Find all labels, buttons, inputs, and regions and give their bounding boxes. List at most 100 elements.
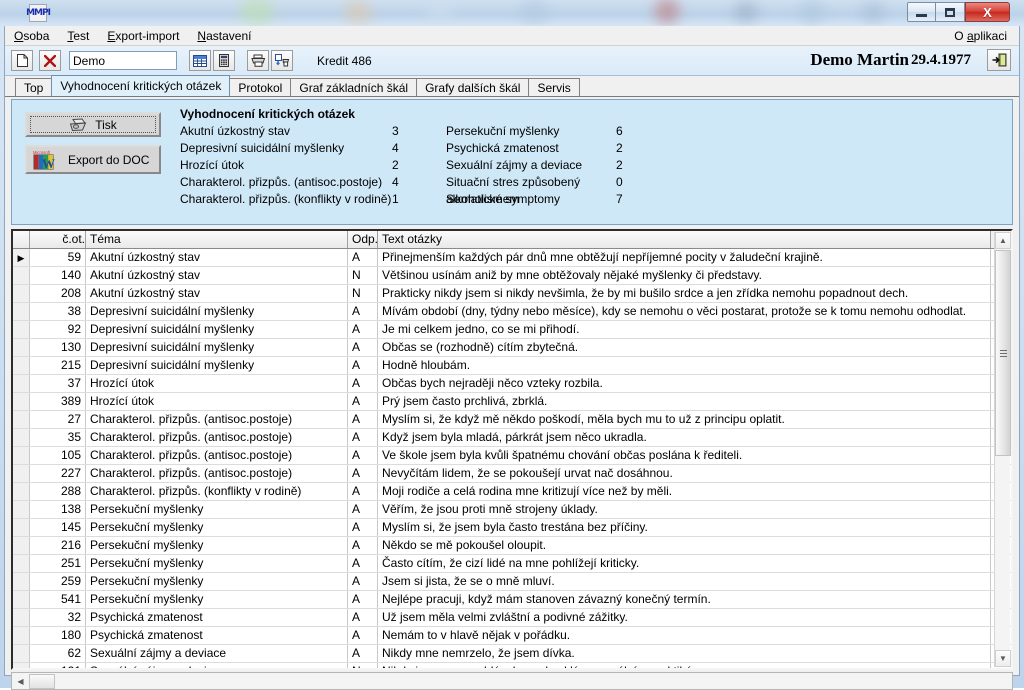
grid-header-cot[interactable]: č.ot.: [30, 231, 86, 248]
row-indicator[interactable]: [13, 393, 30, 410]
table-row[interactable]: 62 Sexuální zájmy a deviace A Nikdy mne nem…: [13, 645, 1011, 663]
table-row[interactable]: ▶ 59 Akutní úzkostný stav A Přinejmenším kaž…: [13, 249, 1011, 267]
cell-answer: A: [348, 501, 378, 518]
row-indicator[interactable]: [13, 267, 30, 284]
menu-item-export-import[interactable]: Export-import: [98, 27, 188, 45]
tab-protokol[interactable]: Protokol: [229, 78, 292, 96]
menu-bar: Osoba Test Export-import Nastavení O apl…: [5, 26, 1019, 46]
row-indicator[interactable]: [13, 609, 30, 626]
close-icon: X: [983, 4, 992, 20]
scale-label-left: Charakterol. přizpůs. (konflikty v rodin…: [180, 192, 392, 206]
row-indicator[interactable]: [13, 555, 30, 572]
row-indicator[interactable]: ▶: [13, 249, 30, 266]
print-setup-button[interactable]: [271, 50, 293, 71]
row-indicator[interactable]: [13, 285, 30, 302]
table-row[interactable]: 35 Charakterol. přizpůs. (antisoc.postoje…: [13, 429, 1011, 447]
tab-servis[interactable]: Servis: [528, 78, 580, 96]
row-indicator[interactable]: [13, 429, 30, 446]
menu-item-osoba[interactable]: Osoba: [5, 27, 58, 45]
table-row[interactable]: 37 Hrozící útok A Občas bych nejraději něco…: [13, 375, 1011, 393]
table-row[interactable]: 288 Charakterol. přizpůs. (konflikty v ro…: [13, 483, 1011, 501]
table-row[interactable]: 145 Persekuční myšlenky A Myslím si, že jse…: [13, 519, 1011, 537]
table-row[interactable]: 140 Akutní úzkostný stav N Většinou usínám …: [13, 267, 1011, 285]
cell-answer: A: [348, 411, 378, 428]
table-row[interactable]: 216 Persekuční myšlenky A Někdo se mě pokou…: [13, 537, 1011, 555]
table-row[interactable]: 32 Psychická zmatenost A Už jsem měla velmi…: [13, 609, 1011, 627]
cell-answer: A: [348, 393, 378, 410]
horizontal-scroll-thumb[interactable]: [29, 673, 55, 689]
scale-label-left: Hrozící útok: [180, 158, 245, 172]
grid-header-text[interactable]: Text otázky: [378, 231, 991, 248]
row-indicator[interactable]: [13, 411, 30, 428]
exit-button[interactable]: [987, 49, 1011, 71]
tab-graf-zakladnich-skal[interactable]: Graf základních škál: [290, 78, 418, 96]
table-row[interactable]: 138 Persekuční myšlenky A Věřím, že jsou pr…: [13, 501, 1011, 519]
row-indicator[interactable]: [13, 465, 30, 482]
tab-grafy-dalsich-skal[interactable]: Grafy dalších škál: [416, 78, 530, 96]
vertical-scroll-thumb[interactable]: [995, 250, 1011, 456]
critical-scales-table: Akutní úzkostný stav 3 Persekuční myšlen…: [180, 123, 636, 208]
table-row[interactable]: 27 Charakterol. přizpůs. (antisoc.postoje…: [13, 411, 1011, 429]
row-indicator[interactable]: [13, 303, 30, 320]
client-area: Osoba Test Export-import Nastavení O apl…: [4, 26, 1020, 690]
table-row[interactable]: 227 Charakterol. přizpůs. (antisoc.postoj…: [13, 465, 1011, 483]
table-row[interactable]: 208 Akutní úzkostný stav N Prakticky nikdy …: [13, 285, 1011, 303]
table-row[interactable]: 121Sexuální zájmy a deviaceNNikdy jsem s…: [13, 663, 1011, 668]
minimize-button[interactable]: [907, 2, 936, 22]
row-indicator[interactable]: [13, 339, 30, 356]
grid-header-odp[interactable]: Odp.: [348, 231, 378, 248]
grid-header-tema[interactable]: Téma: [86, 231, 348, 248]
table-row[interactable]: 38 Depresivní suicidální myšlenky A Mívám o…: [13, 303, 1011, 321]
cell-question-text: Myslím si, že když mě někdo poškodí, měl…: [378, 411, 991, 428]
menu-item-test[interactable]: Test: [58, 27, 98, 45]
row-indicator[interactable]: [13, 375, 30, 392]
row-indicator[interactable]: [13, 501, 30, 518]
table-row[interactable]: 105 Charakterol. přizpůs. (antisoc.postoj…: [13, 447, 1011, 465]
tab-top[interactable]: Top: [15, 78, 53, 96]
delete-button[interactable]: [39, 50, 61, 71]
row-indicator[interactable]: [13, 663, 30, 668]
row-indicator[interactable]: [13, 447, 30, 464]
export-doc-button[interactable]: Microsoft W Export do DOC: [25, 145, 161, 174]
cell-question-text: Věřím, že jsou proti mně strojeny úklady…: [378, 501, 991, 518]
horizontal-scrollbar[interactable]: ◀: [11, 672, 1013, 690]
person-name-input[interactable]: [69, 51, 177, 70]
scroll-left-button[interactable]: ◀: [12, 673, 29, 689]
cell-answer: A: [348, 303, 378, 320]
calculator-button[interactable]: [213, 50, 235, 71]
menu-item-o-aplikaci[interactable]: O aplikaci: [945, 27, 1019, 45]
vertical-scrollbar[interactable]: ▲ ▼: [994, 232, 1011, 667]
cell-question-text: Hodně hloubám.: [378, 357, 991, 374]
cell-question-number: 541: [30, 591, 86, 608]
row-indicator[interactable]: [13, 321, 30, 338]
row-indicator[interactable]: [13, 573, 30, 590]
cell-question-text: Přinejmenším každých pár dnů mne obtěžuj…: [378, 249, 991, 266]
table-row[interactable]: 259 Persekuční myšlenky A Jsem si jista, že…: [13, 573, 1011, 591]
row-indicator[interactable]: [13, 627, 30, 644]
table-row[interactable]: 130 Depresivní suicidální myšlenky A Občas …: [13, 339, 1011, 357]
cell-theme: Hrozící útok: [86, 393, 348, 410]
table-row[interactable]: 215 Depresivní suicidální myšlenky A Hodně …: [13, 357, 1011, 375]
print-button[interactable]: [247, 50, 269, 71]
table-row[interactable]: 541 Persekuční myšlenky A Nejlépe pracuji, …: [13, 591, 1011, 609]
row-indicator[interactable]: [13, 537, 30, 554]
row-indicator[interactable]: [13, 645, 30, 662]
scroll-down-button[interactable]: ▼: [995, 650, 1011, 667]
table-row[interactable]: 180 Psychická zmatenost A Nemám to v hlavě …: [13, 627, 1011, 645]
row-indicator[interactable]: [13, 591, 30, 608]
new-document-button[interactable]: [11, 50, 33, 71]
tab-vyhodnoceni-kritickych-otazek[interactable]: Vyhodnocení kritických otázek: [51, 75, 231, 96]
row-indicator[interactable]: [13, 483, 30, 500]
critical-scale-row: Depresivní suicidální myšlenky 4 Psychic…: [180, 140, 636, 157]
print-report-button[interactable]: Tisk: [25, 112, 161, 137]
close-button[interactable]: X: [965, 2, 1010, 22]
table-row[interactable]: 251 Persekuční myšlenky A Často cítím, že c…: [13, 555, 1011, 573]
menu-item-nastaveni[interactable]: Nastavení: [188, 27, 260, 45]
row-indicator[interactable]: [13, 357, 30, 374]
table-row[interactable]: 389 Hrozící útok A Prý jsem často prchlivá,…: [13, 393, 1011, 411]
grid-button[interactable]: [189, 50, 211, 71]
maximize-button[interactable]: [936, 2, 965, 22]
table-row[interactable]: 92 Depresivní suicidální myšlenky A Je mi c…: [13, 321, 1011, 339]
scroll-up-button[interactable]: ▲: [995, 232, 1011, 249]
row-indicator[interactable]: [13, 519, 30, 536]
